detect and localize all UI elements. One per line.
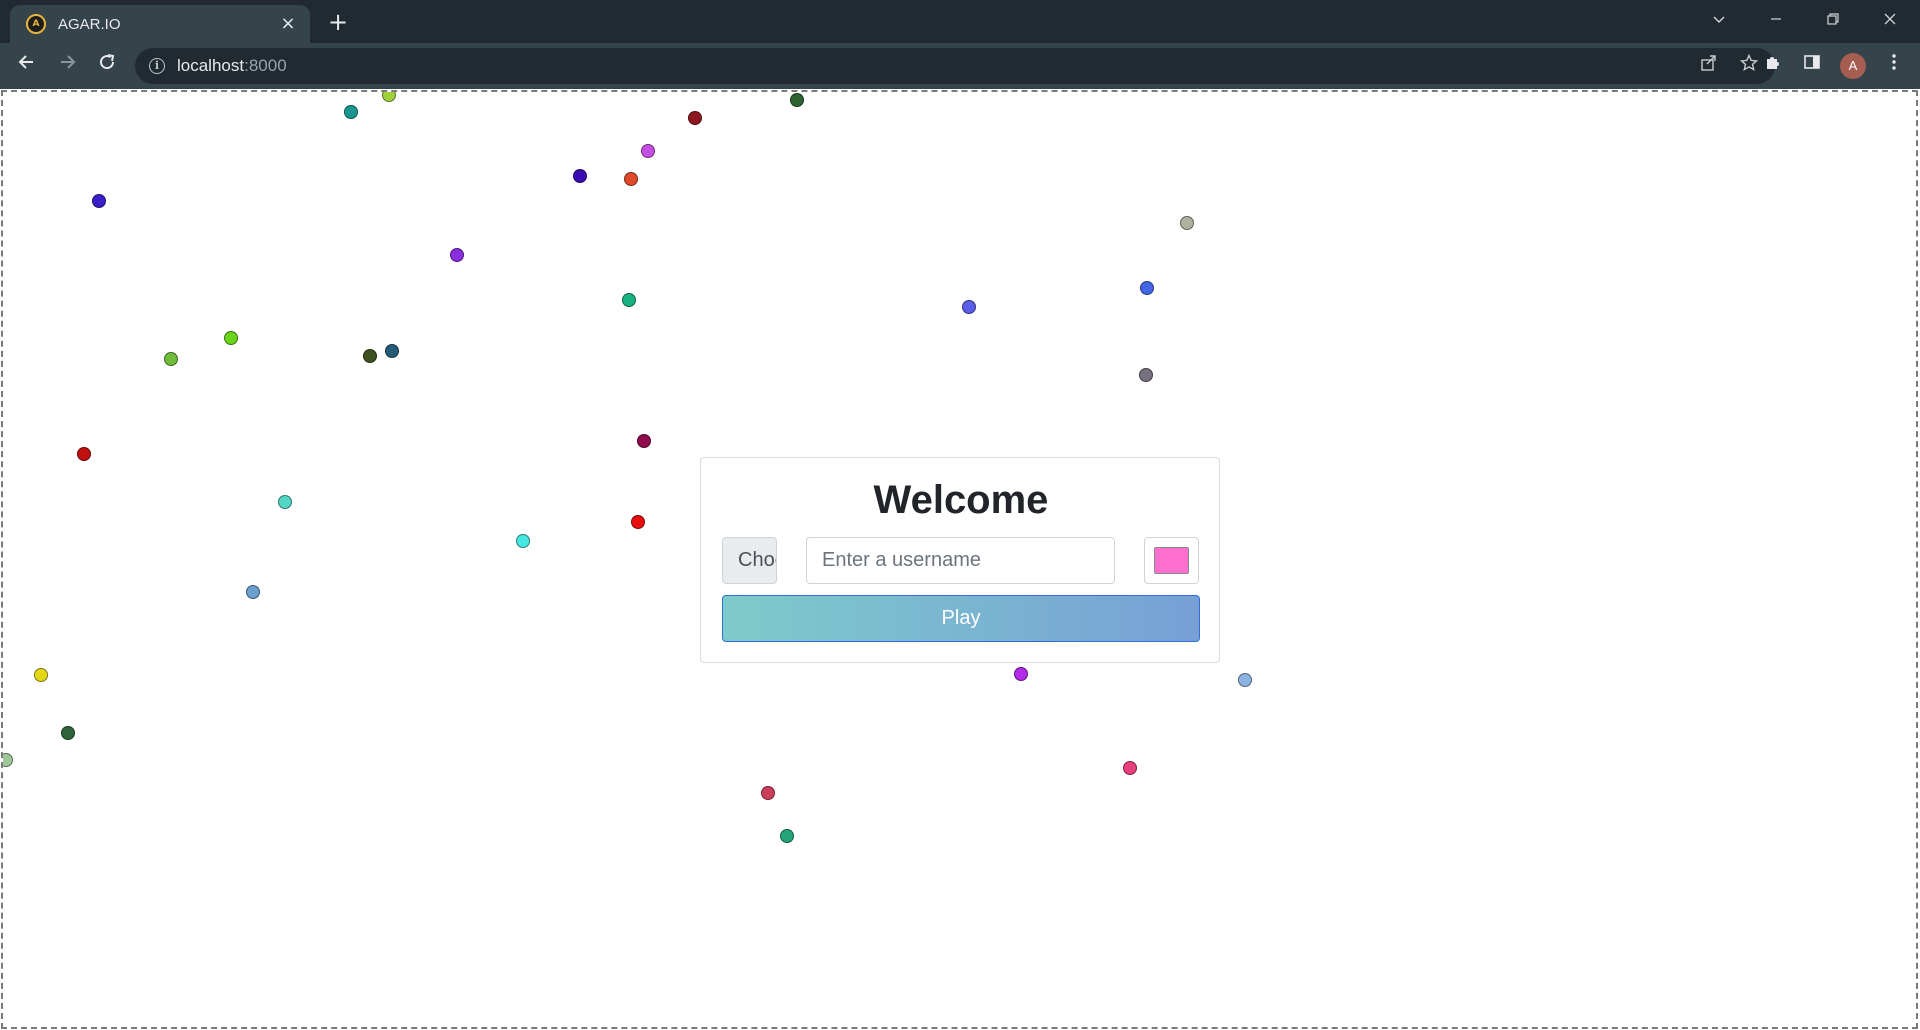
food-pellet xyxy=(761,786,775,800)
food-pellet xyxy=(637,434,651,448)
food-pellet xyxy=(385,344,399,358)
food-pellet xyxy=(61,726,75,740)
food-pellet xyxy=(1014,667,1028,681)
food-pellet xyxy=(780,829,794,843)
kebab-menu-icon[interactable] xyxy=(1880,52,1908,80)
back-arrow-icon xyxy=(18,55,33,69)
close-tab-icon[interactable]: × xyxy=(278,14,298,34)
avatar[interactable]: A xyxy=(1840,53,1866,79)
close-icon xyxy=(1884,13,1896,25)
close-window-button[interactable] xyxy=(1870,6,1910,36)
page-viewport: Welcome Choose a skin Play xyxy=(0,89,1920,1030)
tab-title: AGAR.IO xyxy=(58,15,121,33)
restore-icon xyxy=(1827,13,1839,25)
url-host: localhost xyxy=(177,56,245,75)
food-pellet xyxy=(688,111,702,125)
address-bar[interactable]: i localhost:8000 xyxy=(135,48,1775,84)
color-picker[interactable] xyxy=(1144,537,1199,584)
welcome-dialog: Welcome Choose a skin Play xyxy=(700,457,1220,663)
reload-icon xyxy=(100,54,115,70)
food-pellet xyxy=(164,352,178,366)
username-input[interactable] xyxy=(806,537,1115,584)
food-pellet xyxy=(641,144,655,158)
reload-button[interactable] xyxy=(93,52,121,80)
minimize-button[interactable] xyxy=(1756,6,1796,36)
info-icon[interactable]: i xyxy=(149,58,165,74)
food-pellet xyxy=(1180,216,1194,230)
food-pellet xyxy=(278,495,292,509)
color-swatch xyxy=(1154,547,1189,574)
url-port: :8000 xyxy=(244,56,287,75)
page-title: Welcome xyxy=(873,478,1049,522)
food-pellet xyxy=(790,93,804,107)
favicon-icon: A xyxy=(26,14,46,34)
food-pellet xyxy=(962,300,976,314)
puzzle-icon[interactable] xyxy=(1759,52,1787,80)
food-pellet xyxy=(382,92,396,102)
new-tab-button[interactable]: + xyxy=(325,9,351,35)
side-panel-icon[interactable] xyxy=(1798,52,1826,80)
food-pellet xyxy=(92,194,106,208)
minimize-icon xyxy=(1771,18,1781,20)
food-pellet xyxy=(344,105,358,119)
tab-search-button[interactable] xyxy=(1699,6,1739,36)
food-pellet xyxy=(624,172,638,186)
food-pellet xyxy=(3,753,13,767)
tab-strip: A AGAR.IO × + xyxy=(0,0,1920,43)
food-pellet xyxy=(631,515,645,529)
restore-button[interactable] xyxy=(1813,6,1853,36)
food-pellet xyxy=(573,169,587,183)
food-pellet xyxy=(516,534,530,548)
star-icon[interactable] xyxy=(1737,53,1761,78)
food-pellet xyxy=(1139,368,1153,382)
food-pellet xyxy=(622,293,636,307)
url-text[interactable]: localhost:8000 xyxy=(177,56,287,76)
forward-arrow-icon xyxy=(61,55,76,69)
food-pellet xyxy=(363,349,377,363)
forward-button[interactable] xyxy=(53,52,81,80)
chevron-down-icon xyxy=(1713,16,1725,24)
food-pellet xyxy=(1238,673,1252,687)
food-pellet xyxy=(1123,761,1137,775)
food-pellet xyxy=(450,248,464,262)
food-pellet xyxy=(1140,281,1154,295)
browser-tab[interactable]: A AGAR.IO × xyxy=(10,5,310,43)
food-pellet xyxy=(224,331,238,345)
back-button[interactable] xyxy=(13,52,41,80)
share-icon[interactable] xyxy=(1697,54,1721,78)
food-pellet xyxy=(77,447,91,461)
skin-select[interactable]: Choose a skin xyxy=(722,537,777,584)
play-button[interactable]: Play xyxy=(722,595,1200,642)
food-pellet xyxy=(246,585,260,599)
browser-toolbar: i localhost:8000 A xyxy=(0,43,1920,89)
food-pellet xyxy=(34,668,48,682)
